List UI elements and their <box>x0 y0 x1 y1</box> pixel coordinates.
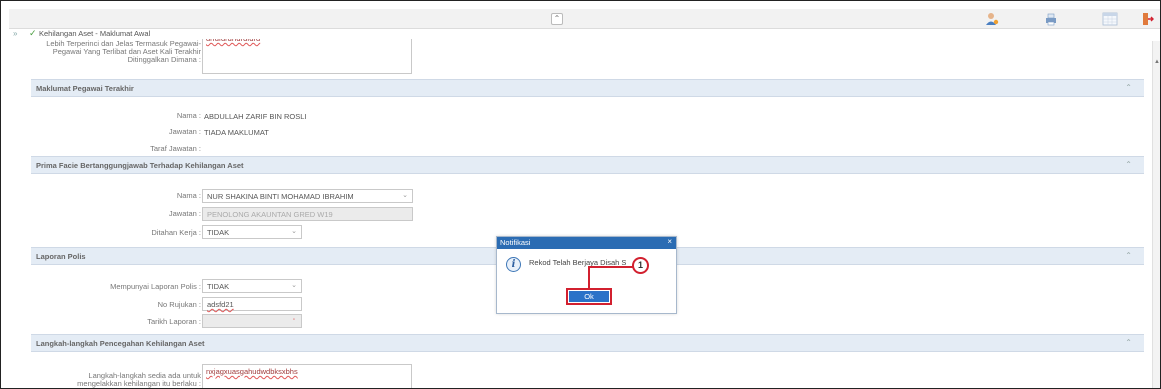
ok-button-highlight: Ok <box>566 288 612 305</box>
no-rujukan-value: adsfd21 <box>207 300 234 309</box>
keterangan-textarea[interactable]: drfdfdrdrfdrdfdrd <box>202 39 412 74</box>
print-icon[interactable] <box>1043 11 1059 27</box>
mempunyai-laporan-label: Mempunyai Laporan Polis : <box>110 282 201 291</box>
dialog-header: Notifikasi × <box>497 237 676 249</box>
tarikh-laporan-input[interactable]: ▫ <box>202 314 302 328</box>
section-title: Maklumat Pegawai Terakhir <box>36 84 134 93</box>
breadcrumb-label: Kehilangan Aset - Maklumat Awal <box>39 29 151 38</box>
callout-line <box>588 266 590 288</box>
section-header-langkah[interactable]: Langkah-langkah Pencegahan Kehilangan As… <box>31 334 1144 352</box>
langkah-textarea[interactable]: nxjagxuasgahudwdbksxbhs <box>202 364 412 388</box>
keterangan-label: Lebih Terperinci dan Jelas Termasuk Pega… <box>31 40 201 64</box>
section-header-pegawai-terakhir[interactable]: Maklumat Pegawai Terakhir ⌃ <box>31 79 1144 97</box>
mempunyai-laporan-select[interactable]: TIDAK ⌄ <box>202 279 302 293</box>
calendar-icon[interactable] <box>1102 11 1118 27</box>
section-title: Prima Facie Bertanggungjawab Terhadap Ke… <box>36 161 244 170</box>
info-icon: i <box>506 257 521 272</box>
pf-jawatan-label: Jawatan : <box>168 209 201 218</box>
breadcrumb: » ✓ Kehilangan Aset - Maklumat Awal <box>9 28 1160 39</box>
section-title: Laporan Polis <box>36 252 86 261</box>
nama-value: ABDULLAH ZARIF BIN ROSLI <box>204 112 307 121</box>
section-header-prima-facie[interactable]: Prima Facie Bertanggungjawab Terhadap Ke… <box>31 156 1144 174</box>
taraf-jawatan-label: Taraf Jawatan : <box>150 144 201 153</box>
chevron-down-icon: ⌄ <box>402 192 408 199</box>
vertical-scrollbar[interactable]: ▲ <box>1152 41 1160 388</box>
dialog-title: Notifikasi <box>500 238 531 247</box>
section-title: Langkah-langkah Pencegahan Kehilangan As… <box>36 339 205 348</box>
date-picker-icon[interactable]: ▫ <box>293 317 295 324</box>
keterangan-text: drfdfdrdrfdrdfdrd <box>206 39 260 43</box>
ditahan-kerja-selected: TIDAK <box>207 228 230 237</box>
ditahan-kerja-select[interactable]: TIDAK ⌄ <box>202 225 302 239</box>
expand-arrows-icon[interactable]: » <box>13 29 17 38</box>
pf-nama-label: Nama : <box>176 191 201 200</box>
pf-jawatan-value: PENOLONG AKAUNTAN GRED W19 <box>207 210 333 219</box>
callout-line <box>588 266 633 268</box>
langkah-text: nxjagxuasgahudwdbksxbhs <box>206 367 298 376</box>
logout-icon[interactable] <box>1140 11 1156 27</box>
check-icon: ✓ <box>29 28 37 38</box>
pf-jawatan-field: PENOLONG AKAUNTAN GRED W19 <box>202 207 413 221</box>
step-callout-badge: 1 <box>632 257 649 274</box>
chevron-down-icon: ⌄ <box>291 282 297 289</box>
caret-up-icon[interactable]: ⌃ <box>1125 251 1132 260</box>
langkah-label: Langkah-langkah sedia ada untuk mengelak… <box>31 372 201 388</box>
caret-up-icon[interactable]: ⌃ <box>1125 338 1132 347</box>
chevron-down-icon: ⌄ <box>291 228 297 235</box>
top-toolbar: ⌃ <box>9 9 1160 29</box>
ok-button[interactable]: Ok <box>569 291 609 302</box>
jawatan-value: TIADA MAKLUMAT <box>204 128 269 137</box>
tarikh-laporan-label: Tarikh Laporan : <box>147 317 201 326</box>
caret-up-icon[interactable]: ⌃ <box>1125 160 1132 169</box>
no-rujukan-input[interactable]: adsfd21 <box>202 297 302 311</box>
form-content: Lebih Terperinci dan Jelas Termasuk Pega… <box>31 39 1144 388</box>
close-icon[interactable]: × <box>667 237 672 246</box>
double-chevron-up-icon[interactable]: ⌃ <box>551 13 563 25</box>
notification-dialog: Notifikasi × i Rekod Telah Berjaya Disah… <box>496 236 677 314</box>
scroll-up-icon[interactable]: ▲ <box>1154 59 1160 65</box>
mempunyai-laporan-selected: TIDAK <box>207 282 230 291</box>
jawatan-label: Jawatan : <box>168 127 201 136</box>
app-window: ⌃ » ✓ Kehilangan Aset - Maklumat Awal Le… <box>0 0 1161 389</box>
keterangan-label-line: Ditinggalkan Dimana : <box>127 55 201 64</box>
langkah-label-line: mengelakkan kehilangan itu berlaku : <box>77 379 201 388</box>
ditahan-kerja-label: Ditahan Kerja : <box>151 228 201 237</box>
no-rujukan-label: No Rujukan : <box>157 300 201 309</box>
pf-nama-selected: NUR SHAKINA BINTI MOHAMAD IBRAHIM <box>207 192 354 201</box>
caret-up-icon[interactable]: ⌃ <box>1125 83 1132 92</box>
user-settings-icon[interactable] <box>984 11 1000 27</box>
nama-label: Nama : <box>176 111 201 120</box>
pf-nama-select[interactable]: NUR SHAKINA BINTI MOHAMAD IBRAHIM ⌄ <box>202 189 413 203</box>
